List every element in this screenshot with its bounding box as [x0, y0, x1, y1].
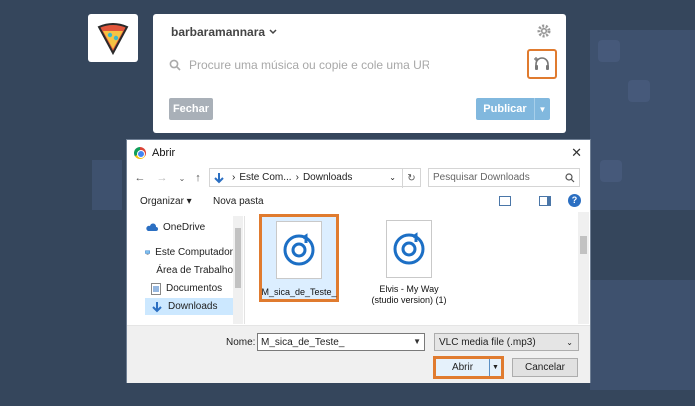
vlc-audio-icon — [386, 220, 432, 278]
publish-label: Publicar — [483, 103, 527, 115]
cancel-button[interactable]: Cancelar — [512, 358, 578, 377]
music-search — [169, 56, 429, 74]
breadcrumb-this-pc[interactable]: Este Com... — [239, 172, 291, 183]
view-options-icon[interactable] — [499, 196, 511, 206]
nav-item-label: Este Computador — [155, 247, 233, 258]
folder-search[interactable]: Pesquisar Downloads — [428, 168, 580, 187]
dialog-toolbar: Organizar ▾ Nova pasta ? — [127, 194, 590, 210]
close-button[interactable]: Fechar — [169, 98, 213, 120]
forward-arrow-icon[interactable]: → — [155, 172, 169, 184]
chevron-down-icon[interactable]: ⌄ — [389, 173, 396, 182]
pizza-logo-icon — [97, 23, 129, 55]
open-file-dialog: Abrir ✕ ← → ⌄ ↑ › Este Com... › Download… — [126, 139, 591, 383]
downloads-icon — [152, 301, 162, 312]
background-avatar — [598, 40, 620, 62]
breadcrumb-separator: › — [295, 172, 299, 183]
search-icon — [565, 172, 575, 182]
new-folder-button[interactable]: Nova pasta — [213, 196, 264, 207]
navigation-bar: ← → ⌄ ↑ › Este Com... › Downloads ⌄ ↻ Pe… — [127, 168, 590, 188]
nav-pane-scrollbar[interactable] — [233, 216, 243, 324]
file-type-select[interactable]: VLC media file (.mp3) ⌄ — [434, 333, 579, 351]
scrollbar-thumb[interactable] — [580, 236, 587, 254]
nav-item-label: Downloads — [168, 301, 218, 312]
publish-button[interactable]: Publicar ▼ — [476, 98, 550, 120]
preview-pane-icon[interactable] — [539, 196, 551, 206]
app-logo — [88, 14, 138, 62]
folder-search-placeholder: Pesquisar Downloads — [433, 172, 530, 183]
chevron-down-icon — [269, 29, 277, 35]
username: barbaramannara — [171, 25, 266, 39]
file-name-input[interactable]: M_sica_de_Teste_ ▼ — [257, 333, 425, 351]
download-icon — [214, 172, 224, 183]
file-type-value: VLC media file (.mp3) — [439, 336, 536, 348]
nav-item-onedrive[interactable]: OneDrive — [145, 219, 231, 236]
documents-icon — [151, 282, 161, 295]
music-search-input[interactable] — [189, 58, 429, 72]
address-bar[interactable]: › Este Com... › Downloads ⌄ ↻ — [209, 168, 421, 188]
chevron-down-icon[interactable]: ▼ — [489, 359, 501, 376]
dialog-footer: Nome: M_sica_de_Teste_ ▼ VLC media file … — [127, 325, 590, 383]
refresh-icon[interactable]: ↻ — [402, 169, 420, 188]
audio-post-card: barbaramannara Fechar Publicar ▼ — [153, 14, 566, 133]
computer-icon — [145, 250, 150, 255]
file-item[interactable]: M_sica_de_Teste_ — [259, 214, 339, 302]
navigation-pane: OneDrive Este Computador Área de Trabalh… — [127, 216, 245, 324]
recent-chevron-icon[interactable]: ⌄ — [175, 174, 189, 183]
upload-audio-button[interactable] — [527, 49, 557, 79]
chevron-down-icon[interactable]: ▼ — [534, 98, 550, 120]
organize-menu[interactable]: Organizar ▾ — [140, 196, 192, 207]
nav-item-downloads[interactable]: Downloads — [145, 298, 233, 315]
nav-item-this-pc[interactable]: Este Computador — [145, 244, 233, 261]
nav-item-label: OneDrive — [163, 222, 206, 233]
close-icon[interactable]: ✕ — [571, 145, 582, 161]
help-icon[interactable]: ? — [568, 194, 581, 207]
up-arrow-icon[interactable]: ↑ — [191, 172, 205, 184]
background-feed — [590, 280, 695, 390]
blog-selector[interactable]: barbaramannara — [171, 25, 277, 39]
vlc-audio-icon — [276, 221, 322, 279]
cloud-icon — [146, 223, 158, 231]
file-name-label: Nome: — [226, 337, 256, 348]
open-button[interactable]: Abrir ▼ — [433, 356, 504, 379]
chevron-down-icon: ⌄ — [566, 337, 573, 347]
background-avatar — [628, 80, 650, 102]
nav-item-label: Documentos — [166, 283, 223, 294]
open-label: Abrir — [451, 362, 474, 373]
background-avatar — [600, 160, 622, 182]
file-name: M_sica_de_Teste_ — [261, 287, 337, 297]
file-name: Elvis - My Way (studio version) (1) — [371, 284, 447, 305]
breadcrumb-separator: › — [232, 172, 236, 183]
file-name-value: M_sica_de_Teste_ — [261, 336, 345, 348]
nav-item-desktop[interactable]: Área de Trabalho — [151, 262, 233, 279]
headphones-icon — [534, 57, 549, 70]
search-icon — [169, 59, 181, 71]
gear-icon[interactable] — [536, 23, 552, 39]
dialog-titlebar: Abrir — [127, 140, 590, 166]
scrollbar-thumb[interactable] — [235, 228, 241, 288]
file-item[interactable]: Elvis - My Way (studio version) (1) — [369, 216, 449, 306]
nav-item-documents[interactable]: Documentos — [151, 280, 233, 297]
file-list-scrollbar[interactable] — [578, 212, 589, 324]
background-feed — [92, 160, 122, 210]
dialog-title: Abrir — [152, 147, 176, 159]
breadcrumb-downloads[interactable]: Downloads — [303, 172, 352, 183]
nav-item-label: Área de Trabalho — [156, 265, 233, 276]
file-list: M_sica_de_Teste_ Elvis - My Way (studio … — [247, 210, 577, 326]
chrome-icon — [134, 147, 146, 159]
chevron-down-icon[interactable]: ▼ — [413, 337, 421, 346]
back-arrow-icon[interactable]: ← — [133, 172, 147, 184]
